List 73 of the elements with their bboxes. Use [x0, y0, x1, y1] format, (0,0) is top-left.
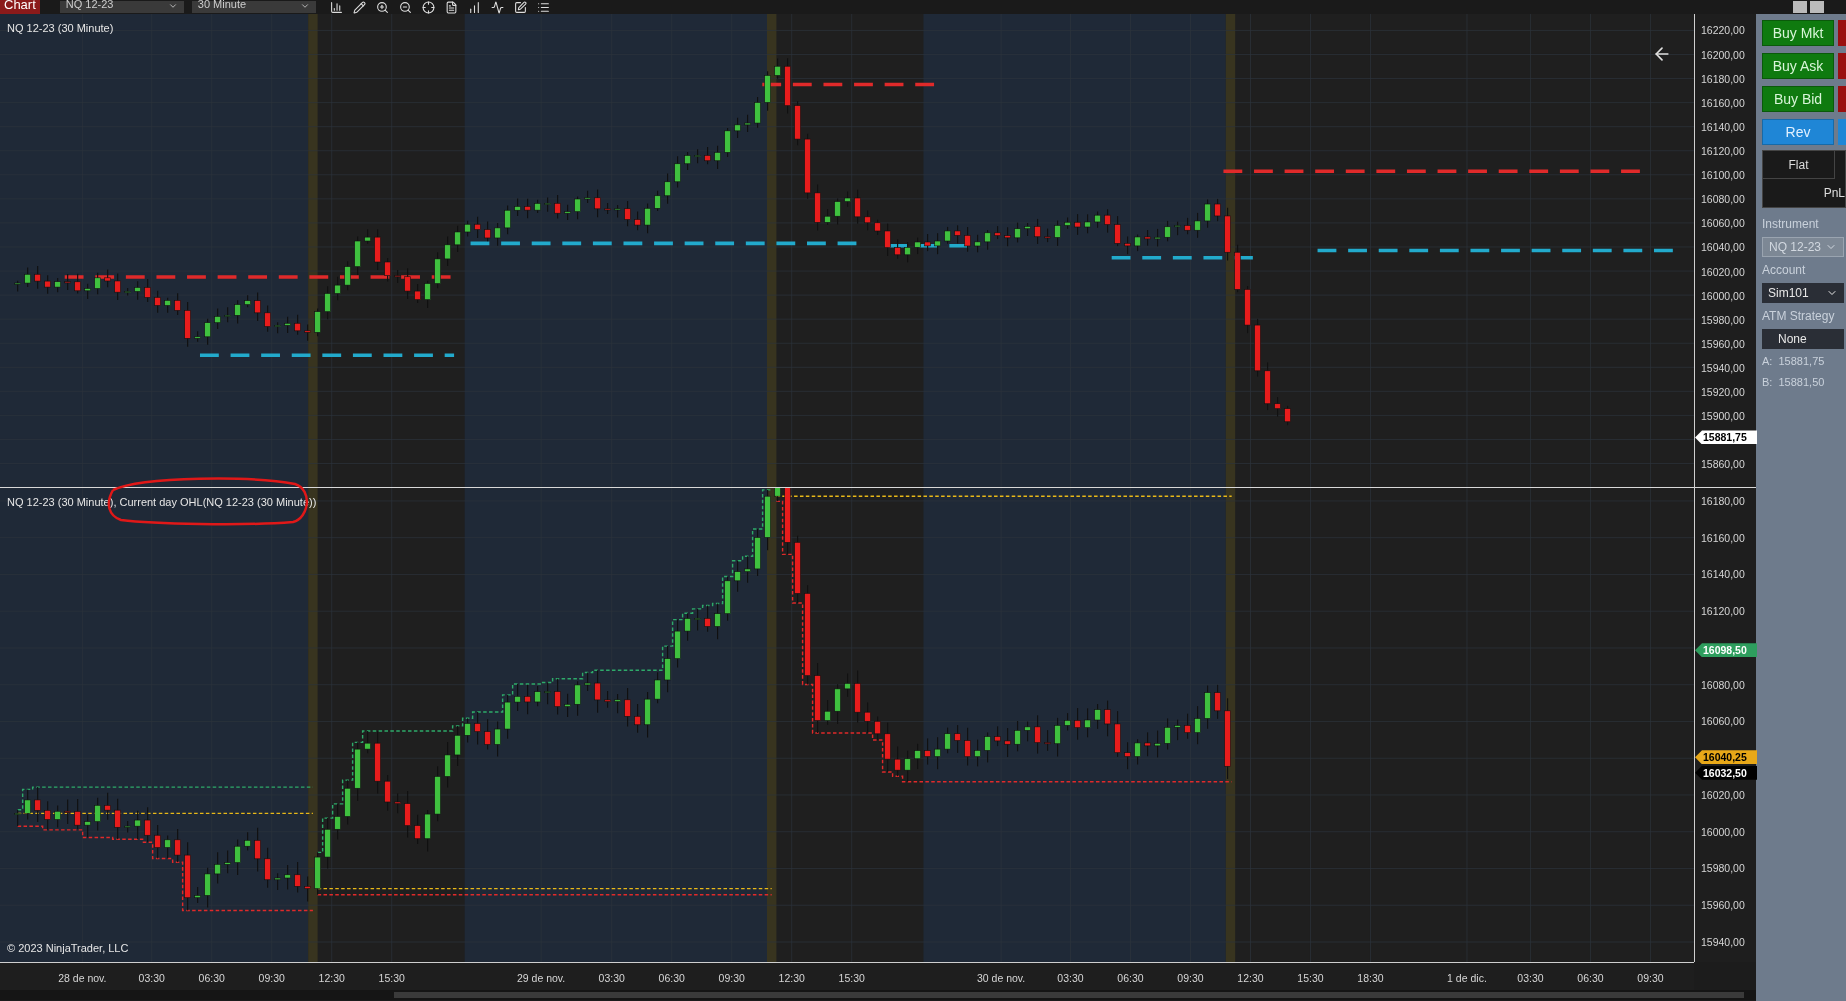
- time-tick-label: 06:30: [658, 971, 685, 986]
- time-tick-label: 09:30: [718, 971, 745, 986]
- atm-strategy-dropdown[interactable]: None: [1762, 329, 1844, 349]
- time-tick-label: 06:30: [198, 971, 225, 986]
- time-tick-label: 03:30: [138, 971, 165, 986]
- price-tick-label: 16220,00: [1701, 24, 1745, 37]
- instrument-dropdown[interactable]: NQ 12-23: [59, 1, 184, 13]
- time-tick-label: 15:30: [1297, 971, 1324, 986]
- time-tick-label: 1 de dic.: [1447, 971, 1487, 986]
- chart-tab[interactable]: Chart: [0, 0, 40, 14]
- interval-dropdown[interactable]: 30 Minute: [191, 1, 316, 13]
- bid-price: B: 15881,50: [1762, 374, 1826, 390]
- field-label: Instrument: [1762, 216, 1820, 233]
- price-tick-label: 15960,00: [1701, 337, 1745, 350]
- price-tick-label: 15980,00: [1701, 862, 1745, 875]
- price-tick-label: 16120,00: [1701, 605, 1745, 618]
- price-tick-label: 15940,00: [1701, 936, 1745, 948]
- flat-button[interactable]: Flat: [1763, 151, 1835, 179]
- price-tick-label: 16060,00: [1701, 715, 1745, 728]
- time-tick-label: 15:30: [378, 971, 405, 986]
- price-tick-label: 16120,00: [1701, 145, 1745, 157]
- time-tick-label: 30 de nov.: [976, 971, 1026, 986]
- time-tick-label: 03:30: [598, 971, 625, 986]
- field-label: ATM Strategy: [1762, 308, 1836, 325]
- time-tick-label: 03:30: [1057, 971, 1084, 986]
- time-tick-label: 18:30: [1357, 971, 1384, 986]
- price-tick-label: 16140,00: [1701, 568, 1745, 581]
- price-tick-label: 15920,00: [1701, 386, 1745, 399]
- price-tick-label: 15900,00: [1701, 410, 1745, 423]
- price-tick-label: 15860,00: [1701, 458, 1745, 471]
- time-tick-label: 29 de nov.: [517, 971, 566, 986]
- price-tick-label: 16020,00: [1701, 788, 1745, 801]
- time-tick-label: 06:30: [1117, 971, 1144, 986]
- price-tick-label: 16000,00: [1701, 825, 1745, 838]
- time-tick-label: 09:30: [1637, 971, 1664, 986]
- price-marker: 16098,50: [1695, 643, 1757, 658]
- time-tick-label: 12:30: [318, 971, 345, 986]
- time-tick-label: 12:30: [778, 971, 805, 986]
- time-tick-label: 03:30: [1517, 971, 1544, 986]
- price-tick-label: 16080,00: [1701, 193, 1745, 206]
- price-tick-label: 16000,00: [1701, 289, 1745, 302]
- price-marker: 15881,75: [1695, 430, 1757, 445]
- price-tick-label: 16160,00: [1701, 96, 1745, 109]
- price-tick-label: 15980,00: [1701, 313, 1745, 326]
- price-tick-label: 16080,00: [1701, 678, 1745, 691]
- price-tick-label: 15940,00: [1701, 362, 1745, 374]
- price-tick-label: 16020,00: [1701, 265, 1745, 278]
- time-tick-label: 12:30: [1237, 971, 1264, 986]
- order-button[interactable]: Buy Bid: [1762, 86, 1834, 112]
- dropdown[interactable]: Sim101: [1762, 283, 1844, 303]
- order-button[interactable]: Buy Ask: [1762, 53, 1834, 79]
- price-tick-label: 16160,00: [1701, 531, 1745, 544]
- order-button[interactable]: Buy Mkt: [1762, 20, 1834, 46]
- price-tick-label: 15960,00: [1701, 899, 1745, 912]
- price-marker: 16032,50: [1695, 765, 1757, 780]
- price-tick-label: 16040,00: [1701, 241, 1745, 254]
- time-tick-label: 06:30: [1577, 971, 1604, 986]
- pnl-label: PnL: [1822, 185, 1845, 202]
- time-tick-label: 28 de nov.: [58, 971, 107, 986]
- price-tick-label: 16060,00: [1701, 217, 1745, 230]
- copyright-text: © 2023 NinjaTrader, LLC: [7, 940, 129, 956]
- price-tick-label: 16200,00: [1701, 48, 1745, 61]
- time-tick-label: 15:30: [838, 971, 865, 986]
- price-tick-label: 16140,00: [1701, 120, 1745, 133]
- field-label: Account: [1762, 262, 1807, 279]
- price-tick-label: 16180,00: [1701, 494, 1745, 507]
- time-tick-label: 09:30: [1177, 971, 1204, 986]
- time-tick-label: 09:30: [258, 971, 285, 986]
- price-marker: 16040,25: [1695, 750, 1757, 765]
- price-tick-label: 16180,00: [1701, 72, 1745, 85]
- ask-price: A: 15881,75: [1762, 354, 1826, 369]
- chart-legend: NQ 12-23 (30 Minute): [7, 20, 114, 37]
- price-tick-label: 16100,00: [1701, 169, 1745, 182]
